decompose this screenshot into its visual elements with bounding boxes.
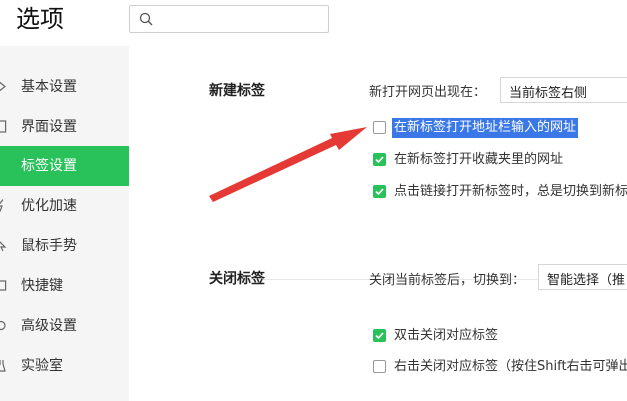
annotation-arrow bbox=[209, 127, 367, 202]
annotation-arrow-shape bbox=[209, 127, 367, 202]
